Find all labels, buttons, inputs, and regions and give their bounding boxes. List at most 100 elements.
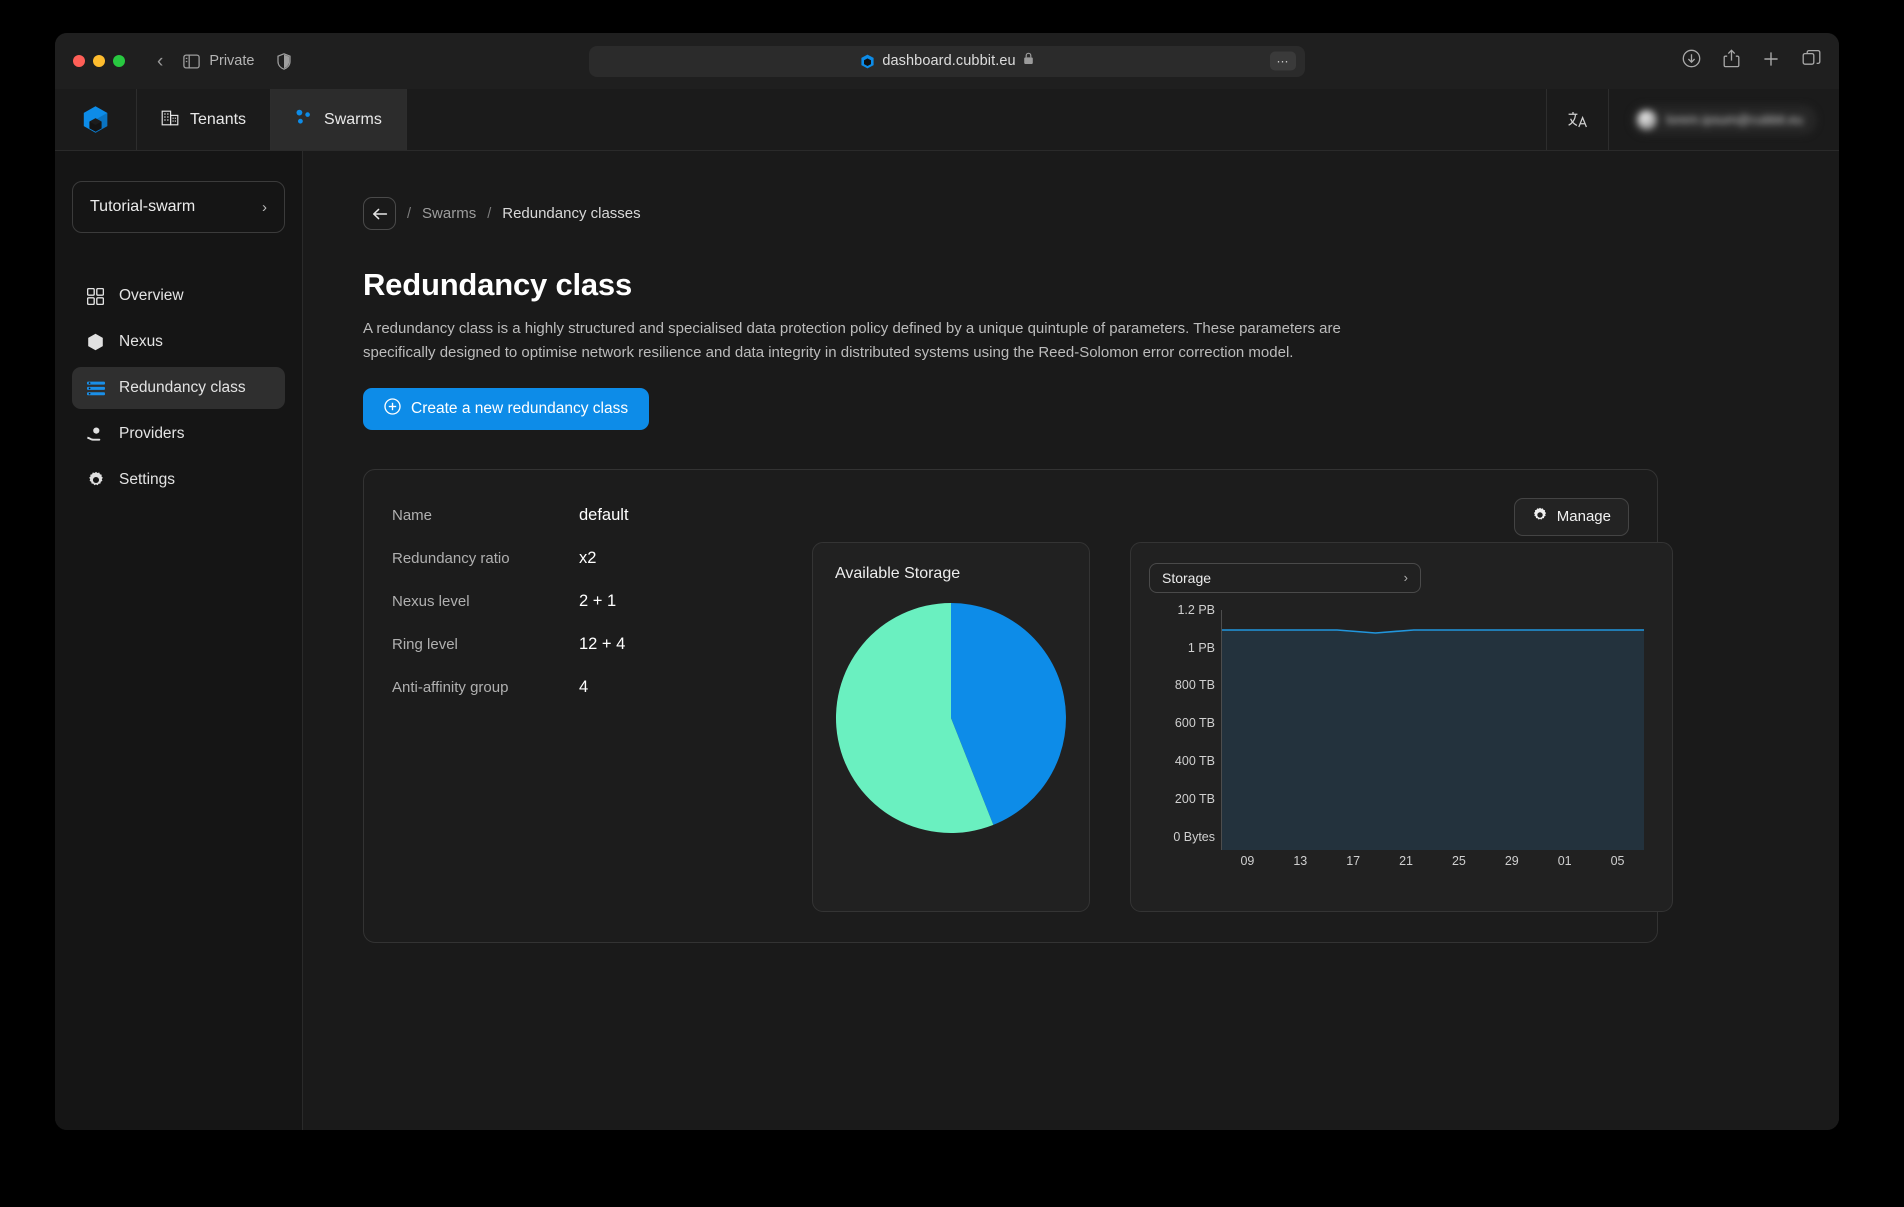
breadcrumb-current: Redundancy classes — [502, 205, 641, 222]
area-fill — [1222, 629, 1644, 850]
url-menu-ellipsis-icon[interactable]: ⋯ — [1270, 51, 1296, 71]
browser-toolbar-actions — [1682, 49, 1821, 73]
back-button[interactable] — [363, 197, 396, 230]
swarm-selector[interactable]: Tutorial-swarm › — [72, 181, 285, 233]
sidebar-item-providers-label: Providers — [119, 425, 185, 442]
y-axis-tick: 800 TB — [1174, 678, 1215, 693]
sidebar-item-redundancy-class[interactable]: Redundancy class — [72, 367, 285, 409]
storage-chart-panel: Storage › 1.2 PB 1 PB 800 TB 600 TB 400 TB 20… — [1130, 541, 1673, 912]
create-redundancy-class-label: Create a new redundancy class — [411, 399, 629, 417]
tab-tenants[interactable]: Tenants — [137, 89, 272, 150]
available-storage-title: Available Storage — [835, 564, 961, 582]
y-axis-tick: 1.2 PB — [1177, 602, 1215, 617]
url-bar[interactable]: dashboard.cubbit.eu ⋯ — [589, 45, 1305, 77]
create-redundancy-class-button[interactable]: Create a new redundancy class — [363, 387, 650, 430]
sidebar-item-settings[interactable]: Settings — [72, 459, 285, 501]
browser-toolbar: ‹ Private dashboard.cubbit.eu ⋯ — [55, 33, 1839, 89]
share-icon[interactable] — [1723, 49, 1740, 73]
manage-button-label: Manage — [1556, 508, 1611, 526]
area-chart-svg — [1222, 610, 1644, 850]
pie-chart — [813, 593, 1089, 835]
breadcrumb-separator-2: / — [487, 205, 492, 222]
property-value: 4 — [579, 677, 589, 696]
window-traffic-lights[interactable] — [73, 55, 125, 67]
sidebar-item-redundancy-class-label: Redundancy class — [119, 379, 246, 396]
x-axis-tick: 09 — [1240, 853, 1255, 868]
sidebar-item-nexus[interactable]: Nexus — [72, 321, 285, 363]
redundancy-properties-list: Name default Redundancy ratio x2 Nexus l… — [392, 500, 812, 912]
x-axis-labels: 09 13 17 21 25 29 01 05 — [1221, 854, 1644, 868]
swarm-dots-icon — [295, 108, 313, 131]
main-content: / Swarms / Redundancy classes Redundancy… — [303, 151, 1839, 1130]
property-row-name: Name default — [392, 506, 812, 549]
download-icon[interactable] — [1682, 49, 1701, 73]
minimize-window-button[interactable] — [93, 55, 105, 67]
breadcrumb-swarms[interactable]: Swarms — [422, 205, 476, 222]
hexagon-icon — [86, 333, 105, 352]
sidebar-item-settings-label: Settings — [119, 471, 176, 488]
chevron-right-icon: › — [262, 198, 267, 216]
x-axis-tick: 29 — [1504, 853, 1519, 868]
sidebar-item-overview-label: Overview — [119, 287, 184, 304]
property-key: Redundancy ratio — [392, 549, 510, 567]
sidebar: Tutorial-swarm › Overview Nexus Redundan… — [55, 151, 303, 1130]
private-mode-label: Private — [209, 53, 255, 69]
url-text: dashboard.cubbit.eu — [882, 53, 1016, 69]
property-key: Name — [392, 506, 433, 524]
translate-icon[interactable] — [1547, 89, 1610, 150]
chart-plot-area — [1221, 609, 1644, 850]
sidebar-item-nexus-label: Nexus — [119, 333, 163, 350]
lock-icon — [1023, 52, 1034, 70]
close-window-button[interactable] — [73, 55, 85, 67]
y-axis-tick: 200 TB — [1174, 791, 1215, 806]
app-body: Tutorial-swarm › Overview Nexus Redundan… — [55, 151, 1839, 1130]
sidebar-item-providers[interactable]: Providers — [72, 413, 285, 455]
charts-panels: Available Storage Storage › 1.2 PB 1 PB 80… — [812, 500, 1673, 912]
property-row-redundancy-ratio: Redundancy ratio x2 — [392, 549, 812, 592]
y-axis-tick: 0 Bytes — [1173, 829, 1215, 844]
pie-chart-svg — [835, 602, 1066, 833]
avatar — [1637, 109, 1658, 130]
property-row-anti-affinity-group: Anti-affinity group 4 — [392, 678, 812, 721]
property-row-nexus-level: Nexus level 2 + 1 — [392, 592, 812, 635]
x-axis-tick: 01 — [1557, 853, 1572, 868]
property-value: 2 + 1 — [579, 591, 617, 610]
property-value: x2 — [579, 548, 597, 567]
x-axis-tick: 25 — [1451, 853, 1466, 868]
property-row-ring-level: Ring level 12 + 4 — [392, 635, 812, 678]
user-chip[interactable]: lorem.ipsum@cubbit.eu — [1631, 104, 1817, 135]
property-key: Nexus level — [392, 592, 470, 610]
y-axis-tick: 400 TB — [1174, 753, 1215, 768]
list-lines-icon — [86, 379, 105, 398]
chevron-right-icon: › — [1403, 570, 1408, 586]
swarm-selector-label: Tutorial-swarm — [90, 198, 196, 215]
header-spacer — [407, 89, 1548, 150]
gear-icon — [86, 471, 105, 490]
app-header: Tenants Swarms lorem.ipsum@cubbit.eu — [55, 89, 1839, 151]
y-axis-tick: 600 TB — [1174, 716, 1215, 731]
user-account-menu[interactable]: lorem.ipsum@cubbit.eu — [1609, 89, 1839, 150]
tab-swarms-label: Swarms — [324, 110, 382, 128]
page-title: Redundancy class — [363, 267, 633, 302]
available-storage-panel: Available Storage — [812, 541, 1090, 912]
maximize-window-button[interactable] — [113, 55, 125, 67]
manage-button[interactable]: Manage — [1513, 497, 1629, 536]
private-mode-group[interactable]: Private — [183, 52, 292, 70]
browser-window: ‹ Private dashboard.cubbit.eu ⋯ Tenants … — [55, 33, 1839, 1130]
tab-swarms[interactable]: Swarms — [271, 89, 407, 150]
x-axis-tick: 17 — [1346, 853, 1361, 868]
property-value: 12 + 4 — [579, 634, 626, 653]
building-icon — [161, 108, 179, 131]
plus-circle-icon — [384, 397, 401, 420]
shield-icon[interactable] — [277, 52, 292, 70]
cubbit-logo-icon[interactable] — [55, 89, 137, 150]
gear-icon — [1532, 507, 1548, 527]
sidebar-item-overview[interactable]: Overview — [72, 275, 285, 317]
plus-icon[interactable] — [1762, 50, 1780, 73]
sidebar-toggle-icon[interactable] — [183, 53, 201, 69]
back-chevron-icon[interactable]: ‹ — [147, 48, 173, 75]
user-email: lorem.ipsum@cubbit.eu — [1666, 112, 1803, 127]
storage-metric-selector[interactable]: Storage › — [1149, 562, 1421, 593]
storage-metric-label: Storage — [1162, 569, 1212, 586]
tabs-overview-icon[interactable] — [1802, 49, 1821, 73]
